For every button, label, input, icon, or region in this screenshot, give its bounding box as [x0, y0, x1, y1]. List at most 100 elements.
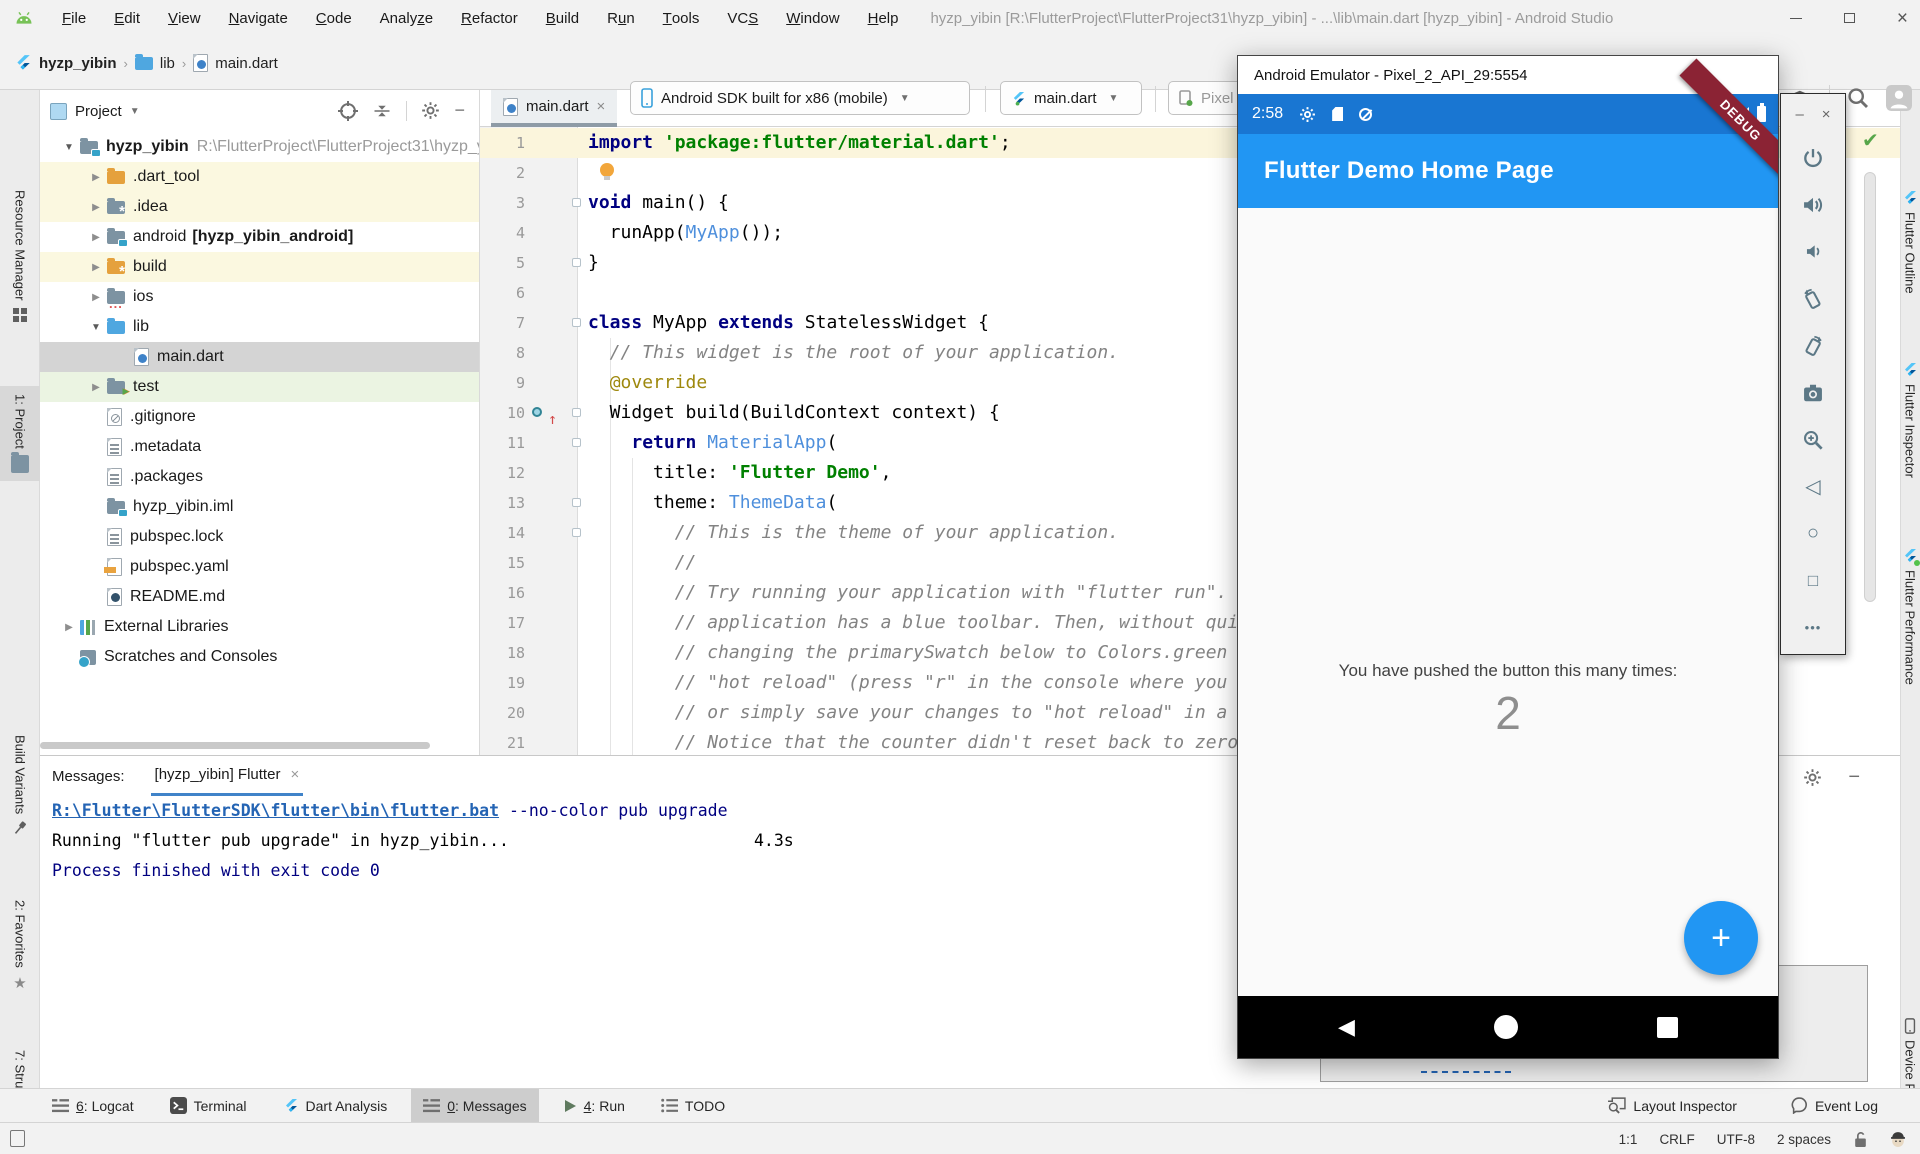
nav-back-icon[interactable]: ◀	[1338, 1014, 1355, 1040]
tree-item-test[interactable]: ▶test	[40, 372, 480, 402]
fold-marker-icon[interactable]	[572, 498, 581, 507]
search-icon[interactable]	[1846, 86, 1870, 110]
toolwindow-button-run[interactable]: 4: Run	[551, 1089, 637, 1123]
chevron-down-icon[interactable]: ▼	[130, 106, 140, 117]
menu-window[interactable]: Window	[772, 0, 853, 36]
emulator-rotate-left-button[interactable]	[1781, 275, 1845, 322]
fold-marker-icon[interactable]	[572, 318, 581, 327]
tree-item-scratches-and-consoles[interactable]: Scratches and Consoles	[40, 642, 480, 672]
tab-close-icon[interactable]: ×	[597, 98, 606, 115]
emulator-volume-down-button[interactable]	[1781, 228, 1845, 275]
status-item[interactable]: 1:1	[1619, 1132, 1638, 1147]
button-layout-inspector[interactable]: Layout Inspector	[1595, 1089, 1749, 1123]
toolwindow-button-logcat[interactable]: 6: Logcat	[40, 1089, 146, 1123]
tree-item--packages[interactable]: .packages	[40, 462, 480, 492]
expand-arrow-icon[interactable]: ▶	[85, 172, 107, 183]
fold-marker-icon[interactable]	[572, 528, 581, 537]
emulator-screenshot-button[interactable]	[1781, 369, 1845, 416]
emulator-volume-up-button[interactable]	[1781, 181, 1845, 228]
editor-scrollbar[interactable]	[1864, 172, 1876, 602]
tree-item--dart-tool[interactable]: ▶.dart_tool	[40, 162, 480, 192]
sidebar-tab-build-variants[interactable]: Build Variants	[0, 735, 40, 836]
override-marker-icon[interactable]: ↑	[532, 404, 562, 422]
toolwindow-button-messages[interactable]: 0: Messages	[411, 1089, 538, 1123]
tab-main-dart[interactable]: main.dart ×	[491, 90, 617, 127]
tree-item-external-libraries[interactable]: ▶External Libraries	[40, 612, 480, 642]
expand-arrow-icon[interactable]: ▶	[85, 202, 107, 213]
tree-item--metadata[interactable]: .metadata	[40, 432, 480, 462]
emulator-zoom-in-button[interactable]	[1781, 416, 1845, 463]
fold-marker-icon[interactable]	[572, 258, 581, 267]
emulator-back-button[interactable]: ◁	[1781, 463, 1845, 510]
fab-increment-button[interactable]: +	[1684, 901, 1758, 975]
emulator-more-button[interactable]: •••	[1781, 604, 1845, 651]
menu-vcs[interactable]: VCS	[713, 0, 772, 36]
menu-view[interactable]: View	[154, 0, 215, 36]
tree-item-pubspec-lock[interactable]: pubspec.lock	[40, 522, 480, 552]
sidebar-tab----project[interactable]: 1: Project	[0, 386, 40, 481]
breadcrumb-file[interactable]: main.dart	[215, 55, 278, 72]
tree-item-main-dart[interactable]: main.dart	[40, 342, 480, 372]
fold-marker-icon[interactable]	[572, 438, 581, 447]
status-item[interactable]: UTF-8	[1717, 1132, 1755, 1147]
breadcrumb-folder[interactable]: lib	[160, 55, 175, 72]
expand-arrow-icon[interactable]: ▶	[85, 382, 107, 393]
menu-analyze[interactable]: Analyze	[366, 0, 447, 36]
expand-arrow-icon[interactable]: ▶	[85, 292, 107, 303]
expand-arrow-icon[interactable]: ▶	[85, 262, 107, 273]
nav-overview-icon[interactable]	[1657, 1017, 1678, 1038]
breadcrumb-project[interactable]: hyzp_yibin	[39, 55, 117, 72]
expand-arrow-icon[interactable]: ▶	[85, 232, 107, 243]
sidebar-tab-flutter-performance[interactable]: Flutter Performance	[1900, 548, 1920, 685]
console-link[interactable]: R:\Flutter\FlutterSDK\flutter\bin\flutte…	[52, 801, 499, 820]
minimize-icon[interactable]	[1790, 18, 1802, 19]
sidebar-tab----favorites[interactable]: 2: Favorites★	[0, 900, 40, 992]
button-event-log[interactable]: Event Log	[1779, 1089, 1890, 1123]
tree-item-pubspec-yaml[interactable]: pubspec.yaml	[40, 552, 480, 582]
fold-marker-icon[interactable]	[572, 408, 581, 417]
fold-marker-icon[interactable]	[572, 198, 581, 207]
gear-icon[interactable]	[421, 101, 440, 120]
expand-arrow-icon[interactable]: ▼	[58, 142, 80, 153]
emulator-home-button[interactable]: ○	[1781, 510, 1845, 557]
avatar[interactable]	[1886, 85, 1912, 111]
toolwindow-button-dart-analysis[interactable]: Dart Analysis	[271, 1089, 400, 1123]
close-icon[interactable]: ×	[1897, 9, 1908, 28]
collapse-all-icon[interactable]	[372, 101, 392, 121]
menu-run[interactable]: Run	[593, 0, 649, 36]
status-item[interactable]: CRLF	[1659, 1132, 1694, 1147]
menu-build[interactable]: Build	[532, 0, 593, 36]
menu-refactor[interactable]: Refactor	[447, 0, 532, 36]
device-selector[interactable]: Android SDK built for x86 (mobile) ▼	[630, 81, 970, 115]
tree-item-build[interactable]: ▶build	[40, 252, 480, 282]
sidebar-tab-flutter-outline[interactable]: Flutter Outline	[1900, 190, 1920, 294]
status-item[interactable]: 2 spaces	[1777, 1132, 1831, 1147]
toolwindow-button-todo[interactable]: TODO	[649, 1089, 737, 1123]
tree-item-android[interactable]: ▶android[hyzp_yibin_android]	[40, 222, 480, 252]
intention-bulb-icon[interactable]	[600, 163, 614, 177]
menu-tools[interactable]: Tools	[649, 0, 714, 36]
project-panel-title[interactable]: Project	[75, 103, 122, 120]
emulator-minimize-icon[interactable]: –	[1795, 106, 1803, 123]
hide-panel-icon[interactable]: −	[1848, 766, 1860, 789]
tree-item-hyzp-yibin-iml[interactable]: hyzp_yibin.iml	[40, 492, 480, 522]
toolwindow-button-terminal[interactable]: Terminal	[158, 1089, 259, 1123]
locate-file-icon[interactable]	[338, 101, 358, 121]
emulator-power-button[interactable]	[1781, 134, 1845, 181]
maximize-icon[interactable]	[1844, 13, 1855, 23]
popup-link-fragment[interactable]	[1421, 1063, 1511, 1073]
gear-icon[interactable]	[1803, 766, 1822, 789]
expand-arrow-icon[interactable]: ▼	[85, 322, 107, 333]
menu-file[interactable]: File	[48, 0, 100, 36]
menu-navigate[interactable]: Navigate	[215, 0, 302, 36]
tree-item--idea[interactable]: ▶.idea	[40, 192, 480, 222]
tab-close-icon[interactable]: ×	[290, 766, 299, 783]
messages-tab-flutter[interactable]: [hyzp_yibin] Flutter ×	[151, 756, 304, 796]
tree-item-ios[interactable]: ▶ios	[40, 282, 480, 312]
tree-item-hyzp-yibin[interactable]: ▼hyzp_yibinR:\FlutterProject\FlutterProj…	[40, 132, 480, 162]
tree-item--gitignore[interactable]: .gitignore	[40, 402, 480, 432]
nav-home-icon[interactable]	[1494, 1015, 1518, 1039]
run-config-selector[interactable]: main.dart ▼	[1000, 81, 1142, 115]
emulator-close-icon[interactable]: ×	[1822, 106, 1831, 123]
hide-panel-icon[interactable]: −	[454, 100, 465, 121]
